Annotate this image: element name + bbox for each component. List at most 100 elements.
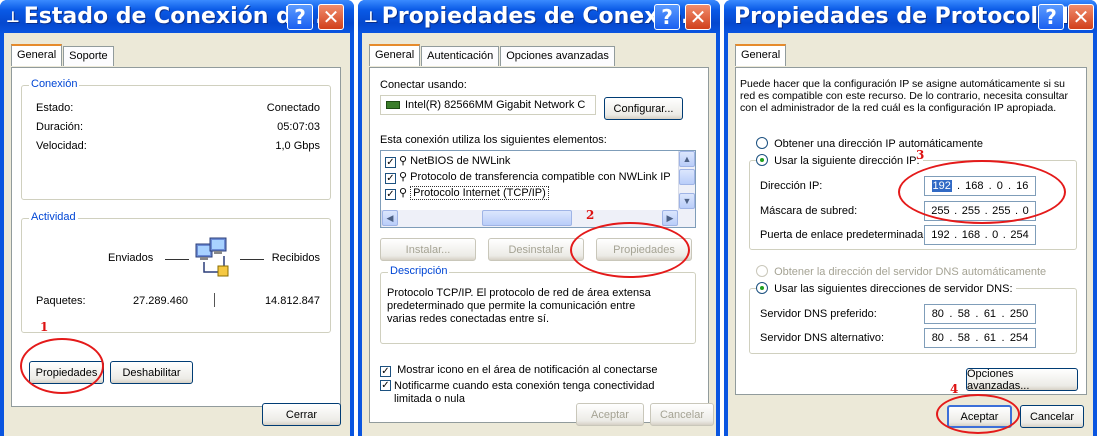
disable-button[interactable]: Deshabilitar	[110, 361, 193, 384]
tab-support[interactable]: Soporte	[63, 46, 114, 66]
activity-group: Actividad Enviados Recibidos Paquetes: 2…	[21, 211, 331, 333]
close-button[interactable]: Cerrar	[262, 403, 341, 426]
close-window-button[interactable]: ✕	[318, 4, 344, 30]
cancel-button[interactable]: Cancelar	[1020, 405, 1084, 428]
scroll-thumb[interactable]	[679, 169, 695, 185]
checkbox[interactable]: ✓	[385, 189, 396, 200]
protocol-icon: ⚲	[399, 155, 408, 167]
tab-advanced-options[interactable]: Opciones avanzadas	[500, 46, 615, 66]
intro-text: Puede hacer que la configuración IP se a…	[740, 78, 1068, 114]
ip-octet[interactable]: 192	[931, 229, 949, 241]
manual-dns-option[interactable]: Usar las siguientes direcciones de servi…	[756, 282, 1016, 295]
checkbox[interactable]: ✓	[385, 173, 396, 184]
manual-ip-option[interactable]: Usar la siguiente dirección IP:	[756, 154, 923, 167]
auto-dns-option[interactable]: Obtener la dirección del servidor DNS au…	[756, 265, 1046, 278]
protocol-icon: ⚲	[399, 171, 408, 183]
close-window-button[interactable]: ✕	[1068, 4, 1094, 30]
tab-general[interactable]: General	[369, 44, 421, 66]
help-button[interactable]: ?	[654, 4, 680, 30]
status-value: Conectado	[266, 102, 320, 114]
notify-option[interactable]: ✓ Notificarme cuando esta conexión tenga…	[380, 380, 690, 406]
annotation-number: 4	[950, 382, 959, 396]
annotation-ellipse	[20, 338, 104, 394]
network-icon: ⊥	[6, 7, 20, 26]
radio-button[interactable]	[756, 282, 768, 294]
sent-label: Enviados	[108, 252, 154, 264]
annotation-ellipse	[898, 160, 1066, 224]
manual-dns-label: Usar las siguientes direcciones de servi…	[774, 283, 1013, 295]
list-item-selected[interactable]: ✓ ⚲ Protocolo Internet (TCP/IP)	[385, 186, 549, 200]
connect-using-label: Conectar usando:	[380, 79, 467, 91]
list-item-label: NetBIOS de NWLink	[410, 155, 511, 167]
activity-legend: Actividad	[29, 211, 78, 223]
elements-label: Esta conexión utiliza los siguientes ele…	[380, 134, 607, 146]
gateway-label: Puerta de enlace predeterminada:	[760, 229, 927, 241]
show-icon-option[interactable]: ✓ Mostrar icono en el área de notificaci…	[380, 364, 658, 377]
ip-octet[interactable]: 254	[1010, 229, 1028, 241]
speed-value: 1,0 Gbps	[275, 140, 320, 152]
install-button[interactable]: Instalar...	[380, 238, 476, 261]
ip-octet[interactable]: 0	[992, 229, 998, 241]
vertical-scrollbar[interactable]: ▲ ▼	[678, 151, 695, 211]
connection-group: Conexión Estado: Conectado Duración: 05:…	[21, 78, 331, 200]
network-card-icon	[386, 101, 400, 109]
accept-button[interactable]: Aceptar	[576, 403, 644, 426]
ip-octet[interactable]: 61	[984, 332, 996, 344]
scroll-thumb[interactable]	[482, 210, 572, 226]
sent-line	[165, 259, 189, 260]
elements-list[interactable]: ✓ ⚲ NetBIOS de NWLink ✓ ⚲ Protocolo de tra…	[380, 150, 696, 228]
preferred-dns-field[interactable]: 80. 58. 61. 250	[924, 304, 1036, 324]
ip-octet[interactable]: 250	[1010, 308, 1028, 320]
annotation-number: 3	[916, 148, 925, 162]
duration-value: 05:07:03	[277, 121, 320, 133]
scroll-right-icon[interactable]: ▶	[662, 210, 678, 226]
ip-octet[interactable]: 58	[958, 308, 970, 320]
alternate-dns-field[interactable]: 80. 58. 61. 254	[924, 328, 1036, 348]
description-legend: Descripción	[388, 265, 450, 277]
radio-button[interactable]	[756, 265, 768, 277]
adapter-box: Intel(R) 82566MM Gigabit Network C	[380, 95, 596, 115]
annotation-number: 1	[40, 320, 49, 334]
advanced-options-button[interactable]: Opciones avanzadas...	[966, 368, 1078, 392]
scroll-down-icon[interactable]: ▼	[679, 193, 695, 209]
radio-button[interactable]	[756, 154, 768, 166]
dialog-body: General Puede hacer que la configuración…	[728, 33, 1093, 436]
tab-panel: Puede hacer que la configuración IP se a…	[735, 67, 1087, 395]
ip-label: Dirección IP:	[760, 180, 823, 192]
list-item[interactable]: ✓ ⚲ NetBIOS de NWLink	[385, 154, 510, 168]
adapter-name: Intel(R) 82566MM Gigabit Network C	[405, 99, 586, 111]
received-line	[240, 259, 264, 260]
ip-octet[interactable]: 254	[1010, 332, 1028, 344]
description-text: Protocolo TCP/IP. El protocolo de red de…	[387, 287, 651, 325]
computers-icon	[194, 236, 234, 280]
cancel-button[interactable]: Cancelar	[650, 403, 714, 426]
protocol-icon: ⚲	[399, 187, 408, 199]
tab-authentication[interactable]: Autenticación	[421, 46, 500, 66]
auto-ip-option[interactable]: Obtener una dirección IP automáticamente	[756, 137, 983, 150]
ip-octet[interactable]: 61	[984, 308, 996, 320]
checkbox[interactable]: ✓	[380, 380, 391, 391]
ip-octet[interactable]: 80	[932, 332, 944, 344]
help-button[interactable]: ?	[287, 4, 313, 30]
ip-octet[interactable]: 168	[962, 229, 980, 241]
packets-divider	[214, 293, 215, 307]
scroll-left-icon[interactable]: ◀	[382, 210, 398, 226]
radio-button[interactable]	[756, 137, 768, 149]
packets-received-value: 14.812.847	[264, 295, 320, 307]
ip-octet[interactable]: 58	[958, 332, 970, 344]
ip-octet[interactable]: 80	[932, 308, 944, 320]
show-icon-label: Mostrar icono en el área de notificación…	[397, 364, 658, 376]
list-item[interactable]: ✓ ⚲ Protocolo de transferencia compatible…	[385, 170, 671, 184]
tab-general[interactable]: General	[11, 44, 63, 66]
annotation-ellipse	[570, 222, 690, 278]
help-button[interactable]: ?	[1038, 4, 1064, 30]
close-window-button[interactable]: ✕	[685, 4, 711, 30]
configure-button[interactable]: Configurar...	[604, 97, 683, 120]
checkbox[interactable]: ✓	[385, 157, 396, 168]
checkbox[interactable]: ✓	[380, 366, 391, 377]
scroll-up-icon[interactable]: ▲	[679, 151, 695, 167]
gateway-field[interactable]: 192. 168. 0. 254	[924, 225, 1036, 245]
tab-general[interactable]: General	[735, 44, 787, 66]
packets-label: Paquetes:	[36, 295, 86, 307]
auto-dns-label: Obtener la dirección del servidor DNS au…	[774, 266, 1047, 278]
